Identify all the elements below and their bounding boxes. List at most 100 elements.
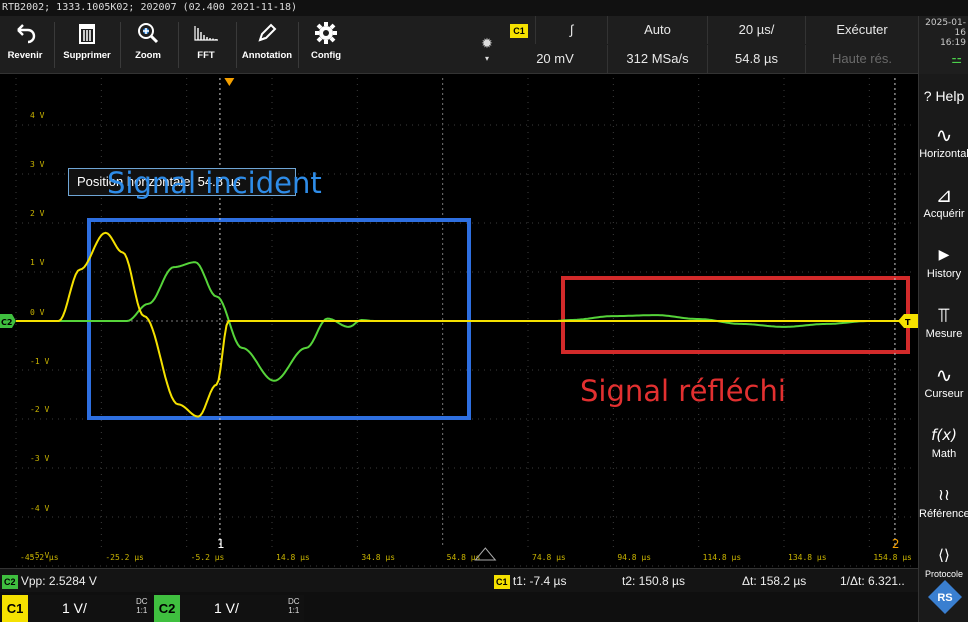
volt-label: -3 V [30, 454, 50, 463]
svg-text:RS: RS [937, 592, 952, 604]
time-label: 74.8 µs [532, 553, 566, 562]
right-sidebar: ? Help ∿ Horizontal ⊿ Acquérir ▶ History… [918, 74, 968, 622]
pencil-icon [238, 16, 296, 50]
reflected-signal-box [561, 276, 910, 354]
fft-button-label: FFT [197, 50, 215, 61]
sample-rate[interactable]: 312 MSa/s [607, 45, 707, 73]
cursor-inverse-delta-readout[interactable]: 1/Δt: 6.321.. [840, 569, 905, 593]
time-label: 34.8 µs [361, 553, 395, 562]
horizontal-button[interactable]: ∿ Horizontal [919, 122, 968, 161]
time-label: 154.8 µs [873, 553, 912, 562]
reference-button[interactable]: ≀≀ Référence [919, 482, 968, 521]
time-label: -25.2 µs [105, 553, 144, 562]
channel-bar: C1 1 V/ DC 1:1 C2 1 V/ DC 1:1 [0, 592, 918, 622]
title-bar: RTB2002; 1333.1005K02; 202007 (02.400 20… [0, 0, 968, 16]
time-label: 94.8 µs [617, 553, 651, 562]
horizontal-wave-icon: ∿ [935, 123, 953, 147]
trigger-panel: C1 ∫ Auto 20 µs/ Exécuter 20 mV 312 MSa/… [503, 16, 923, 74]
waveform-graticule: C2 T-45.2 µs -25.2 µs -5.2 µs 14.8 µs 34.8 µs… [0, 78, 918, 567]
gear-icon [300, 16, 352, 50]
clock: 2025-01-16 16:19 ⚍ [918, 16, 968, 74]
acquire-button[interactable]: ⊿ Acquérir [919, 182, 968, 221]
volt-label: -2 V [30, 405, 50, 414]
measure-label: Mesure [925, 328, 963, 340]
horizontal-label: Horizontal [919, 148, 968, 160]
waveform-display[interactable]: C2 T -45.2 µs -25.2 µs -5.2 µs 14.8 µs 34.8 µs… [0, 74, 918, 568]
trigger-level-marker-label: T [905, 318, 911, 327]
oscilloscope-app: RTB2002; 1333.1005K02; 202007 (02.400 20… [0, 0, 968, 622]
fft-icon [180, 16, 232, 50]
channel-2-scale: 1 V/ [214, 600, 239, 616]
volt-label: 2 V [30, 209, 45, 218]
measure-icon: ⫪ [938, 303, 950, 327]
volt-label: 3 V [30, 160, 45, 169]
cursor-t2-readout[interactable]: t2: 150.8 µs [622, 569, 685, 593]
measurement-channel-tag: C2 [2, 574, 18, 589]
acquisition-mode[interactable]: Haute rés. [805, 45, 918, 73]
config-button[interactable]: Config [300, 16, 352, 74]
timebase[interactable]: 20 µs/ [707, 16, 805, 44]
horizontal-position[interactable]: 54.8 µs [707, 45, 805, 73]
channel-1-scale: 1 V/ [62, 600, 87, 616]
cursor-wave-icon: ∿ [935, 363, 953, 387]
delete-button[interactable]: Supprimer [58, 16, 116, 74]
delete-button-label: Supprimer [63, 50, 111, 61]
math-icon: f(x) [931, 426, 957, 444]
clock-date: 2025-01-16 [925, 18, 966, 38]
zoom-button[interactable]: Zoom [122, 16, 174, 74]
menu-button[interactable]: RS [926, 578, 964, 616]
channel-1-name: C1 [2, 595, 28, 622]
cursor-t1-readout[interactable]: C1 t1: -7.4 µs [494, 569, 566, 593]
trigger-level[interactable]: 20 mV [503, 45, 607, 73]
cursor-label: Curseur [924, 388, 964, 400]
cursor-t1-value: t1: -7.4 µs [512, 574, 567, 588]
measure-button[interactable]: ⫪ Mesure [919, 302, 968, 341]
protocol-button[interactable]: ⟨⟩ Protocole [919, 542, 968, 581]
history-play-icon: ▶ [938, 247, 950, 263]
back-button[interactable]: Revenir [0, 16, 50, 74]
time-label: 14.8 µs [276, 553, 310, 562]
trigger-slope[interactable]: ∫ [535, 16, 607, 44]
measurement-value: Vpp: 2.5284 V [20, 574, 97, 588]
toolbar: Revenir Supprimer Zoom FFT Annotation Co… [0, 16, 918, 74]
channel-2-coupling-text: DC [288, 597, 300, 606]
rohde-schwarz-logo-icon: RS [928, 580, 962, 614]
time-label: 114.8 µs [703, 553, 742, 562]
reference-label: Référence [919, 508, 968, 520]
volt-label: 0 V [30, 308, 45, 317]
config-button-label: Config [310, 50, 342, 61]
volt-label: -4 V [30, 504, 50, 513]
history-button[interactable]: ▶ History [919, 242, 968, 281]
run-state-button[interactable]: Exécuter [805, 16, 918, 44]
channel-1-coupling-text: DC [136, 597, 148, 606]
help-icon: ? Help [923, 88, 965, 104]
protocol-icon: ⟨⟩ [938, 546, 950, 564]
measurement-readout[interactable]: C2 Vpp: 2.5284 V [2, 569, 97, 593]
math-label: Math [931, 448, 957, 460]
annotation-button[interactable]: Annotation [238, 16, 296, 74]
channel-2-settings[interactable]: C2 1 V/ DC 1:1 [154, 595, 304, 622]
help-button[interactable]: ? Help [919, 84, 968, 108]
trigger-position-marker [224, 78, 235, 86]
trigger-mode[interactable]: Auto [607, 16, 707, 44]
volt-label: 4 V [30, 111, 45, 120]
math-button[interactable]: f(x) Math [919, 422, 968, 461]
small-gear-icon: ✹ [481, 36, 493, 52]
trigger-channel-cell[interactable]: C1 [503, 16, 535, 44]
fft-button[interactable]: FFT [180, 16, 232, 74]
time-label: 134.8 µs [788, 553, 827, 562]
cursor-delta-readout[interactable]: Δt: 158.2 µs [742, 569, 806, 593]
incident-signal-box [87, 218, 471, 420]
clock-time: 16:19 [940, 38, 966, 48]
dropdown-arrow-icon: ▾ [484, 54, 489, 63]
volt-label: 1 V [30, 258, 45, 267]
status-bar: C2 Vpp: 2.5284 V C1 t1: -7.4 µs t2: 150.… [0, 568, 918, 592]
acquire-icon: ⊿ [935, 183, 953, 207]
channel-1-probe: 1:1 [136, 606, 148, 615]
time-label: 54.8 µs [447, 553, 481, 562]
reference-icon: ≀≀ [938, 485, 950, 504]
channel-1-settings[interactable]: C1 1 V/ DC 1:1 [2, 595, 150, 622]
channel-2-coupling: DC 1:1 [288, 597, 300, 615]
zoom-icon [122, 16, 174, 50]
cursor-button[interactable]: ∿ Curseur [919, 362, 968, 401]
